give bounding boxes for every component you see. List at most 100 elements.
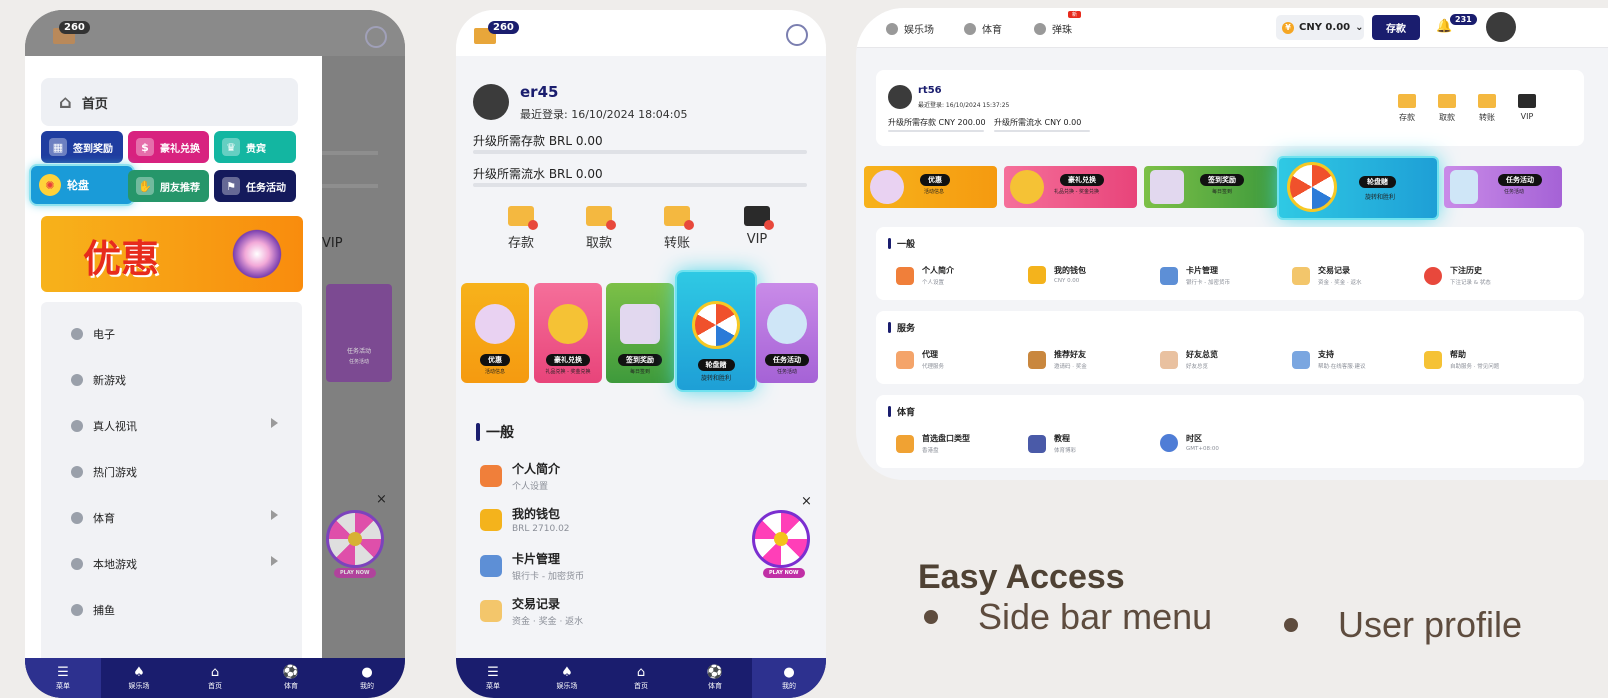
nav-casino[interactable]: ♠ 娱乐场 — [530, 658, 604, 698]
deposit-action[interactable]: 存款 — [508, 206, 538, 251]
card-promo[interactable]: 优惠 活动信息 — [461, 283, 529, 383]
vip-action[interactable]: VIP — [744, 206, 774, 247]
card-checkin[interactable]: 签到奖励 每日签到 — [606, 283, 674, 383]
card-checkin[interactable]: 签到奖励 每日签到 — [1144, 166, 1277, 208]
item-profile[interactable]: 个人简介 个人设置 — [896, 265, 954, 286]
nav-casino[interactable]: 娱乐场 — [886, 21, 934, 36]
nav-marbles[interactable]: 弹珠 — [1034, 21, 1072, 36]
sidebar-item-new-games[interactable]: 新游戏 — [71, 372, 126, 388]
chevron-right-icon[interactable] — [271, 510, 278, 520]
quick-checkin-button[interactable]: ▦ 签到奖励 — [41, 131, 123, 163]
withdraw-action[interactable]: 取款 — [1438, 94, 1456, 123]
list-item-cards[interactable]: 卡片管理 银行卡 - 加密货币 — [480, 550, 584, 582]
item-friend-overview[interactable]: 好友总览 好友总览 — [1160, 349, 1218, 370]
nav-sports[interactable]: ⚽ 体育 — [678, 658, 752, 698]
item-odds-type[interactable]: 首选盘口类型 香港盘 — [896, 433, 970, 454]
item-refer-friend[interactable]: 推荐好友 邀请码 · 奖金 — [1028, 349, 1087, 370]
list-item-wallet[interactable]: 我的钱包 BRL 2710.02 — [480, 505, 570, 534]
nav-home[interactable]: ⌂ 首页 — [177, 658, 253, 698]
user-icon: ● — [783, 664, 795, 680]
deposit-progress — [473, 150, 807, 154]
nav-home[interactable]: ⌂ 首页 — [604, 658, 678, 698]
nav-casino[interactable]: ♠ 娱乐场 — [101, 658, 177, 698]
quick-gift-button[interactable]: $ 豪礼兑换 — [128, 131, 209, 163]
nav-mine[interactable]: ● 我的 — [752, 658, 826, 698]
quick-tasks-button[interactable]: ⚑ 任务活动 — [214, 170, 296, 202]
card-gift-exchange[interactable]: 豪礼兑换 礼品兑换 - 奖金兑换 — [1004, 166, 1137, 208]
section-service: 服务 — [888, 321, 915, 334]
profile-avatar[interactable] — [888, 85, 912, 109]
sidebar-item-live-casino[interactable]: 真人视讯 — [71, 418, 137, 434]
sidebar-item-sports[interactable]: 体育 — [71, 510, 115, 526]
nav-sports[interactable]: 体育 — [964, 21, 1002, 36]
chevron-right-icon[interactable] — [271, 418, 278, 428]
item-tutorial[interactable]: 教程 体育博彩 — [1028, 433, 1076, 454]
coin-icon: $ — [136, 138, 154, 156]
dimmed-backdrop[interactable]: VIP 任务活动 任务活动 × PLAY NOW — [318, 56, 405, 658]
clock-icon — [1160, 433, 1178, 452]
card-tasks[interactable]: 任务活动 任务活动 — [1444, 166, 1562, 208]
nav-mine[interactable]: ● 我的 — [329, 658, 405, 698]
card-tasks[interactable]: 任务活动 任务活动 — [756, 283, 818, 383]
card-gift-exchange[interactable]: 豪礼兑换 礼品兑换 - 奖金兑换 — [534, 283, 602, 383]
chevron-right-icon[interactable] — [271, 556, 278, 566]
balance-selector[interactable]: ¥ CNY 0.00 ⌄ — [1276, 15, 1364, 40]
quick-wheel-button[interactable]: ✺ 轮盘 — [31, 166, 133, 204]
deposit-button[interactable]: 存款 — [1372, 15, 1420, 40]
item-cards[interactable]: 卡片管理 银行卡 - 加密货币 — [1160, 265, 1230, 286]
item-timezone[interactable]: 时区 GMT+08:00 — [1160, 433, 1219, 452]
quick-referral-button[interactable]: ✋ 朋友推荐 — [128, 170, 209, 202]
play-now-button[interactable]: PLAY NOW — [763, 568, 805, 578]
item-wallet[interactable]: 我的钱包 CNY 0.00 — [1028, 265, 1086, 284]
handshake-icon: ✋ — [136, 177, 154, 195]
quick-vip-button[interactable]: ♛ 贵宾 — [214, 131, 296, 163]
play-now-button[interactable]: PLAY NOW — [334, 568, 376, 578]
lucky-wheel-icon[interactable] — [326, 510, 384, 568]
item-support[interactable]: 支持 帮助·在线客服·建议 — [1292, 349, 1366, 370]
avatar[interactable] — [473, 84, 509, 120]
odds-book-icon — [896, 434, 914, 453]
deposit-action[interactable]: 存款 — [1398, 94, 1416, 123]
item-transactions[interactable]: 交易记录 资金 · 奖金 · 返水 — [1292, 265, 1362, 286]
lucky-wheel-icon[interactable] — [752, 510, 810, 568]
clipboard-icon — [1160, 350, 1178, 369]
withdraw-icon — [1438, 94, 1456, 108]
nav-sports[interactable]: ⚽ 体育 — [253, 658, 329, 698]
sidebar-item-local-games[interactable]: 本地游戏 — [71, 556, 137, 572]
promo-banner[interactable]: 优惠 — [41, 216, 303, 292]
item-agent[interactable]: 代理 代理服务 — [896, 349, 944, 370]
close-wheel-icon[interactable]: × — [801, 494, 812, 509]
nav-menu[interactable]: ☰ 菜单 — [25, 658, 101, 698]
withdraw-action[interactable]: 取款 — [586, 206, 616, 251]
caption-title: Easy Access — [918, 558, 1125, 596]
crown-icon: ♛ — [222, 138, 240, 156]
rocket-icon — [71, 374, 83, 386]
item-help[interactable]: 帮助 自助服务 · 常见问题 — [1424, 349, 1499, 370]
dice-icon — [71, 558, 83, 570]
nav-menu[interactable]: ☰ 菜单 — [456, 658, 530, 698]
card-promo[interactable]: 优惠 活动信息 — [864, 166, 997, 208]
casino-icon: ♠ — [133, 664, 145, 680]
sidebar-item-home[interactable]: ⌂ 首页 — [41, 78, 298, 126]
close-wheel-icon[interactable]: × — [376, 492, 387, 507]
bottom-nav: ☰ 菜单 ♠ 娱乐场 ⌂ 首页 ⚽ 体育 ● 我的 — [456, 658, 826, 698]
history-icon — [1424, 266, 1442, 285]
card-roulette[interactable]: 轮盘赌 旋转和胜利 — [677, 272, 755, 390]
sidebar-item-hot-games[interactable]: 热门游戏 — [71, 464, 137, 480]
item-bet-history[interactable]: 下注历史 下注记录 & 状态 — [1424, 265, 1491, 286]
coin-icon — [1010, 170, 1044, 204]
support-headset-icon[interactable] — [786, 24, 808, 46]
vip-icon — [1518, 94, 1536, 108]
card-roulette[interactable]: 轮盘赌 旋转和胜利 — [1279, 158, 1437, 218]
list-item-transactions[interactable]: 交易记录 资金 · 奖金 · 返水 — [480, 595, 583, 627]
avatar[interactable] — [1486, 12, 1516, 42]
transfer-action[interactable]: 转账 — [664, 206, 694, 251]
vip-action[interactable]: VIP — [1518, 94, 1536, 121]
list-item-profile[interactable]: 个人简介 个人设置 — [480, 460, 560, 492]
sidebar-item-electronic[interactable]: 电子 — [71, 326, 115, 342]
support-headset-icon[interactable] — [365, 26, 387, 48]
transfer-action[interactable]: 转账 — [1478, 94, 1496, 123]
user-icon: ● — [361, 664, 373, 680]
sidebar-item-fishing[interactable]: 捕鱼 — [71, 602, 115, 618]
home-icon: ⌂ — [636, 664, 646, 680]
